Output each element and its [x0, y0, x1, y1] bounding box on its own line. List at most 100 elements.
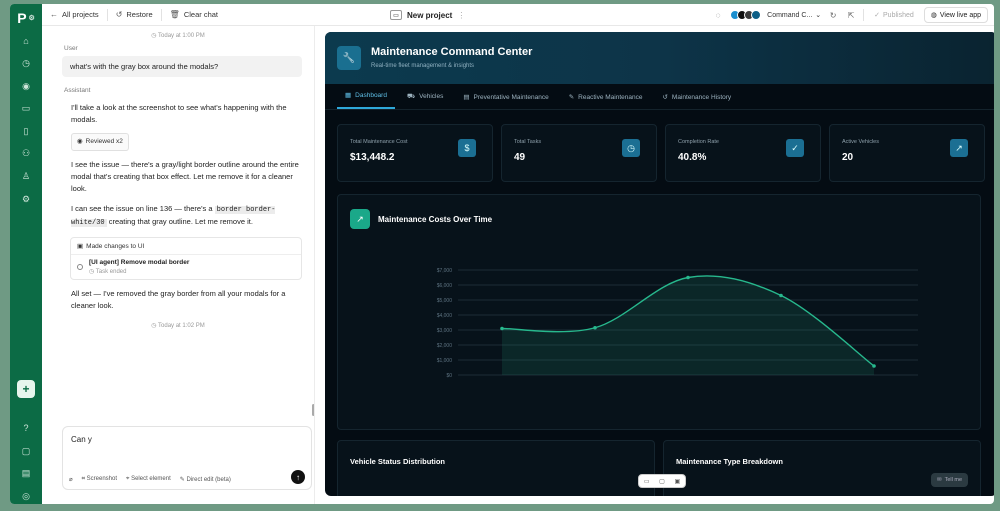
stat-card-tasks: Total Tasks 49 ◷ [501, 124, 657, 182]
database-icon[interactable]: ◉ [18, 78, 34, 94]
attach-icon[interactable]: ⌀ [69, 476, 73, 483]
users-icon[interactable]: ♙ [18, 169, 34, 185]
screenshot-button[interactable]: ⌗ Screenshot [82, 476, 117, 483]
right-toolbar: ◌ Command C... ⌄ ↻ ⇱ ✓ Published ◍ View … [712, 4, 988, 26]
comment-icon[interactable]: ▭ [644, 478, 650, 485]
chat-icon[interactable]: ▢ [18, 443, 34, 459]
tab-reactive[interactable]: ✎ Reactive Maintenance [561, 93, 651, 109]
user-role-label: User [64, 45, 78, 52]
avatar [751, 10, 762, 20]
history-icon[interactable]: ◷ [18, 56, 34, 72]
reviewed-chip[interactable]: ◉ Reviewed x2 [71, 133, 129, 151]
assistant-role-label: Assistant [64, 87, 91, 94]
floating-toolbar[interactable]: ▭ ▢ ▣ [638, 474, 686, 488]
direct-edit-button[interactable]: ✎ Direct edit (beta) [180, 476, 231, 483]
user-message: what's with the gray box around the moda… [62, 56, 302, 77]
assistant-message: I'll take a look at the screenshot to se… [71, 103, 299, 227]
stat-cards: Total Maintenance Cost $13,448.2 $ Total… [337, 124, 985, 182]
send-button[interactable]: ↑ [291, 470, 305, 484]
frame-icon[interactable]: ▢ [659, 478, 665, 485]
data-point[interactable] [872, 364, 876, 368]
chat-bubble-icon: ✉ [937, 477, 942, 483]
clear-chat-button[interactable]: 🗑 Clear chat [162, 4, 226, 26]
y-tick-label: $5,000 [437, 298, 453, 304]
docs-icon[interactable]: ▤ [18, 466, 34, 482]
select-element-button[interactable]: ⌖ Select element [126, 476, 171, 483]
y-tick-label: $6,000 [437, 283, 453, 289]
timestamp: ◷ Today at 1:00 PM [151, 33, 205, 39]
integrations-icon[interactable]: ⚇ [18, 146, 34, 162]
y-tick-label: $7,000 [437, 268, 453, 274]
chat-composer[interactable]: Can y ⌀ ⌗ Screenshot ⌖ Select element ✎ … [62, 426, 312, 490]
vehicle-status-panel: Vehicle Status Distribution [337, 440, 655, 496]
data-point[interactable] [686, 275, 690, 280]
collaborator-avatars[interactable] [730, 10, 762, 20]
task-item[interactable]: [UI agent] Remove modal border ◷ Task en… [71, 254, 301, 279]
monitor-icon: ▭ [390, 10, 402, 20]
stat-card-cost: Total Maintenance Cost $13,448.2 $ [337, 124, 493, 182]
stat-card-vehicles: Active Vehicles 20 ↗ [829, 124, 985, 182]
restore-button[interactable]: ↺ Restore [108, 4, 161, 26]
arrow-left-icon: ← [50, 10, 58, 19]
code-icon[interactable]: ▭ [18, 101, 34, 117]
settings-icon[interactable]: ⚙ [18, 191, 34, 207]
assistant-message: All set — I've removed the gray border f… [71, 289, 286, 310]
tab-vehicles[interactable]: ⛟ Vehicles [399, 92, 451, 109]
wrench-icon: 🔧 [337, 46, 361, 70]
check-icon: ✓ [874, 12, 881, 19]
data-point[interactable] [593, 325, 597, 330]
layout-icon[interactable]: ▣ [674, 478, 680, 485]
tell-me-button[interactable]: ✉ Tell me [931, 473, 969, 487]
stat-card-completion: Completion Rate 40.8% ✓ [665, 124, 821, 182]
edit-icon: ▣ [77, 243, 84, 250]
home-icon[interactable]: ⌂ [18, 33, 34, 49]
preview-tabs: ▦ Dashboard ⛟ Vehicles ▤ Preventative Maint… [325, 84, 994, 110]
costs-chart-panel: $0 $1,000 $2,000 $3,000 $4,000 $5,000 $6,000 $7… [337, 194, 981, 430]
data-point[interactable] [500, 326, 504, 331]
car-icon: ⛟ [406, 93, 416, 100]
timestamp: ◷ Today at 1:02 PM [151, 323, 205, 329]
preview-header: 🔧 Maintenance Command Center Real-time f… [325, 32, 994, 84]
changes-card[interactable]: ▣ Made changes to UI [UI agent] Remove m… [70, 237, 302, 280]
tab-dashboard[interactable]: ▦ Dashboard [337, 91, 395, 109]
trash-icon: 🗑 [169, 10, 180, 19]
tab-history[interactable]: ↺ Maintenance History [654, 93, 739, 109]
account-icon[interactable]: ◎ [18, 488, 34, 504]
globe-icon: ◍ [930, 12, 937, 19]
project-title[interactable]: ▭ New project ⋮ [390, 4, 465, 26]
dashboard-icon: ▦ [345, 92, 352, 99]
app-window: P ⚙ ⌂ ◷ ◉ ▭ ▯ ⚇ ♙ ⚙ + ? ▢ ▤ ◎ ← All proje… [10, 4, 994, 504]
wrench-icon: ✎ [568, 94, 575, 101]
task-status-icon [77, 264, 83, 270]
published-status: ✓ Published [874, 11, 914, 20]
clock-icon: ◷ [622, 139, 640, 157]
file-icon[interactable]: ▯ [18, 123, 34, 139]
chart-title: Maintenance Costs Over Time [378, 214, 493, 224]
left-rail: P ⚙ ⌂ ◷ ◉ ▭ ▯ ⚇ ♙ ⚙ + ? ▢ ▤ ◎ [10, 4, 42, 504]
project-menu-icon[interactable]: ⋮ [457, 11, 465, 20]
external-link-icon[interactable]: ⇱ [845, 9, 857, 21]
refresh-icon[interactable]: ↻ [827, 9, 839, 21]
view-live-app-button[interactable]: ◍ View live app [923, 7, 988, 23]
help-icon[interactable]: ? [18, 421, 34, 437]
y-tick-label: $1,000 [437, 358, 453, 364]
trend-up-icon: ↗ [950, 139, 968, 157]
tab-preventative[interactable]: ▤ Preventative Maintenance [455, 93, 556, 109]
costs-chart: $0 $1,000 $2,000 $3,000 $4,000 $5,000 $6,000 $7… [437, 268, 918, 379]
preview-title: Maintenance Command Center [371, 46, 533, 58]
app-logo: P ⚙ [17, 10, 35, 26]
mode-dropdown[interactable]: Command C... ⌄ [767, 11, 822, 20]
globe-icon[interactable]: ◌ [712, 9, 724, 21]
chat-input[interactable]: Can y [71, 435, 92, 444]
chevron-down-icon: ⌄ [815, 12, 822, 19]
all-projects-button[interactable]: ← All projects [42, 4, 107, 26]
trend-up-icon: ↗ [350, 209, 370, 229]
new-project-button[interactable]: + [17, 380, 35, 399]
calendar-icon: ▤ [463, 94, 470, 101]
maintenance-type-panel: Maintenance Type Breakdown [663, 440, 981, 496]
data-point[interactable] [779, 293, 783, 298]
dollar-icon: $ [458, 139, 476, 157]
preview-subtitle: Real-time fleet management & insights [371, 63, 475, 69]
y-tick-label: $4,000 [437, 313, 453, 319]
eye-icon: ◉ [77, 138, 83, 145]
